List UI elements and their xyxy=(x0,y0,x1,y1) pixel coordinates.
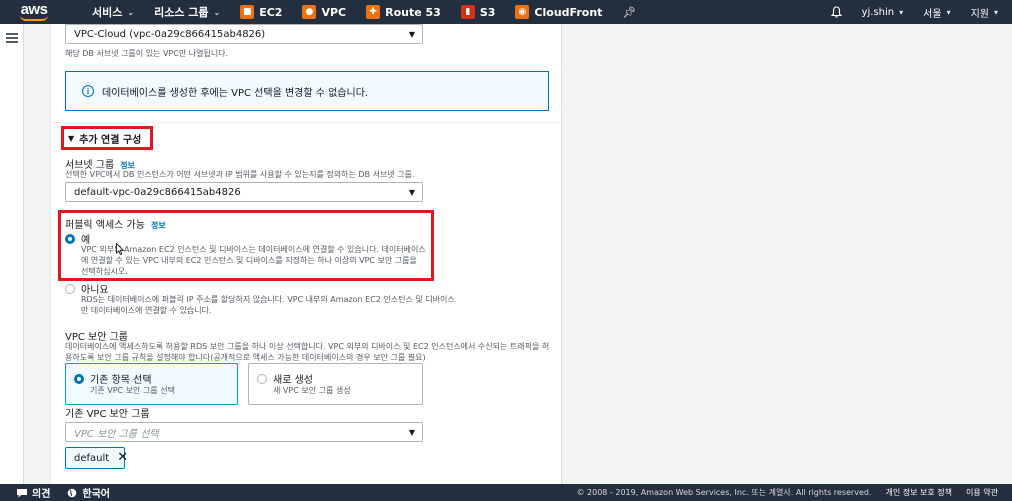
shortcut-label: EC2 xyxy=(259,5,283,19)
caret-down-icon: ▼ xyxy=(408,188,415,197)
subnet-select-value: default-vpc-0a29c866415ab4826 xyxy=(74,186,241,198)
vpc-hint: 해당 DB 서브넷 그룹이 있는 VPC만 나열됩니다. xyxy=(65,49,229,58)
caret-down-icon: ▼ xyxy=(68,133,75,143)
shortcut-label: S3 xyxy=(479,5,496,19)
notifications-bell[interactable] xyxy=(821,0,852,24)
existing-sg-select-label: 기존 VPC 보안 그룹 xyxy=(65,409,150,420)
shortcut-ec2[interactable]: ■ EC2 xyxy=(230,0,292,24)
language-label: 한국어 xyxy=(82,489,111,500)
chevron-down-icon: ⌄ xyxy=(213,7,221,17)
terms-of-use-link[interactable]: 이용 약관 xyxy=(966,487,1012,498)
shortcut-label: VPC xyxy=(321,5,347,19)
mouse-cursor-icon xyxy=(116,243,124,255)
bell-icon xyxy=(830,6,842,18)
close-icon[interactable]: ✕ xyxy=(117,451,128,464)
new-sg-radio[interactable] xyxy=(257,374,267,384)
copyright-text: © 2008 - 2019, Amazon Web Services, Inc.… xyxy=(576,488,872,497)
chevron-down-icon: ▾ xyxy=(946,7,951,17)
additional-config-toggle[interactable]: ▼ 추가 연결 구성 xyxy=(61,126,153,150)
aws-logo-smile xyxy=(20,15,48,21)
vpc-icon: ● xyxy=(302,5,317,19)
section-title-text: 추가 연결 구성 xyxy=(79,134,142,146)
vpc-select[interactable]: VPC-Cloud (vpc-0a29c866415ab4826) ▼ xyxy=(65,24,423,44)
vpc-select-value: VPC-Cloud (vpc-0a29c866415ab4826) xyxy=(74,28,266,40)
region-name: 서울 xyxy=(923,8,942,20)
info-link[interactable]: 정보 xyxy=(151,221,166,230)
existing-sg-title: 기존 항목 선택 xyxy=(90,375,152,386)
services-label: 서비스 xyxy=(92,6,123,19)
chevron-down-icon: ▾ xyxy=(899,7,904,17)
aws-logo[interactable]: aws xyxy=(0,0,60,24)
aws-logo-text: aws xyxy=(20,0,48,18)
info-icon: i xyxy=(82,85,94,97)
chevron-down-icon: ▾ xyxy=(993,7,998,17)
support-label: 지원 xyxy=(970,8,989,20)
language-selector[interactable]: 한국어 xyxy=(50,485,110,500)
shortcut-cloudfront[interactable]: ◉ CloudFront xyxy=(505,0,612,24)
resource-groups-menu[interactable]: 리소스 그룹 ⌄ xyxy=(144,0,230,24)
caret-down-icon: ▼ xyxy=(408,30,415,39)
public-label-text: 퍼블릭 액세스 가능 xyxy=(65,220,145,231)
feedback-label: 의견 xyxy=(32,489,51,500)
public-no-description: RDS는 데이터베이스에 퍼블릭 IP 주소를 할당하지 않습니다. VPC 내… xyxy=(81,295,455,315)
shortcut-route53[interactable]: ✚ Route 53 xyxy=(356,0,451,24)
globe-icon xyxy=(68,488,77,497)
existing-sg-radio[interactable] xyxy=(74,374,84,384)
existing-sg-subtitle: 기존 VPC 보안 그룹 선택 xyxy=(90,386,175,395)
left-rail xyxy=(0,24,24,484)
new-sg-title: 새로 생성 xyxy=(273,375,313,386)
existing-sg-placeholder: VPC 보안 그룹 선택 xyxy=(74,428,159,440)
divider xyxy=(51,122,561,123)
route53-icon: ✚ xyxy=(366,5,381,19)
privacy-policy-link[interactable]: 개인 정보 보호 정책 xyxy=(886,487,967,498)
ec2-icon: ■ xyxy=(240,5,255,19)
public-yes-description: VPC 외부의 Amazon EC2 인스턴스 및 디바이스는 데이터베이스에 … xyxy=(81,245,426,276)
vpc-security-group-hint: 데이터베이스에 액세스하도록 허용할 RDS 보안 그룹을 하나 이상 선택합니… xyxy=(65,342,550,362)
resource-groups-label: 리소스 그룹 xyxy=(154,6,209,19)
existing-sg-select[interactable]: VPC 보안 그룹 선택 ▼ xyxy=(65,422,423,442)
new-sg-tile[interactable]: 새로 생성 새 VPC 보안 그룹 생성 xyxy=(248,363,423,405)
account-name: yj.shin xyxy=(861,6,895,18)
alert-text: 데이터베이스를 생성한 후에는 VPC 선택을 변경할 수 없습니다. xyxy=(102,87,369,99)
shortcut-label: Route 53 xyxy=(385,5,441,19)
shortcut-vpc[interactable]: ● VPC xyxy=(292,0,356,24)
feedback-button[interactable]: 의견 xyxy=(0,485,50,500)
hamburger-menu-icon[interactable] xyxy=(6,33,18,43)
region-menu[interactable]: 서울 ▾ xyxy=(913,0,960,24)
subnet-hint: 선택한 VPC에서 DB 인스턴스가 어떤 서브넷과 IP 범위를 사용할 수 … xyxy=(65,170,415,179)
pin-icon[interactable]: 📌︎ xyxy=(612,6,646,19)
s3-icon: ▮ xyxy=(460,5,475,19)
caret-down-icon: ▼ xyxy=(408,428,415,437)
subnet-group-select[interactable]: default-vpc-0a29c866415ab4826 ▼ xyxy=(65,182,423,202)
security-group-token: default ✕ xyxy=(65,447,128,469)
shortcut-label: CloudFront xyxy=(534,5,603,19)
nav-right-group: yj.shin ▾ 서울 ▾ 지원 ▾ xyxy=(821,0,1012,24)
existing-sg-tile[interactable]: 기존 항목 선택 기존 VPC 보안 그룹 선택 xyxy=(65,363,238,405)
public-no-radio[interactable] xyxy=(65,284,75,294)
chat-bubble-icon xyxy=(17,488,27,497)
chevron-down-icon: ⌄ xyxy=(127,7,135,17)
console-footer: 의견 한국어 © 2008 - 2019, Amazon Web Service… xyxy=(0,484,1012,501)
connectivity-panel: VPC-Cloud (vpc-0a29c866415ab4826) ▼ 해당 D… xyxy=(50,24,562,484)
public-access-label: 퍼블릭 액세스 가능 정보 xyxy=(65,216,166,231)
cloudfront-icon: ◉ xyxy=(515,5,530,19)
top-navigation: aws 서비스 ⌄ 리소스 그룹 ⌄ ■ EC2 ● VPC ✚ Route 5… xyxy=(0,0,1012,24)
token-label: default xyxy=(74,452,110,464)
account-menu[interactable]: yj.shin ▾ xyxy=(852,0,914,24)
services-menu[interactable]: 서비스 ⌄ xyxy=(82,0,144,24)
shortcut-s3[interactable]: ▮ S3 xyxy=(451,0,506,24)
support-menu[interactable]: 지원 ▾ xyxy=(961,0,1012,24)
new-sg-subtitle: 새 VPC 보안 그룹 생성 xyxy=(273,386,351,395)
vpc-info-alert: i 데이터베이스를 생성한 후에는 VPC 선택을 변경할 수 없습니다. xyxy=(65,71,549,111)
public-yes-radio[interactable] xyxy=(65,234,75,244)
